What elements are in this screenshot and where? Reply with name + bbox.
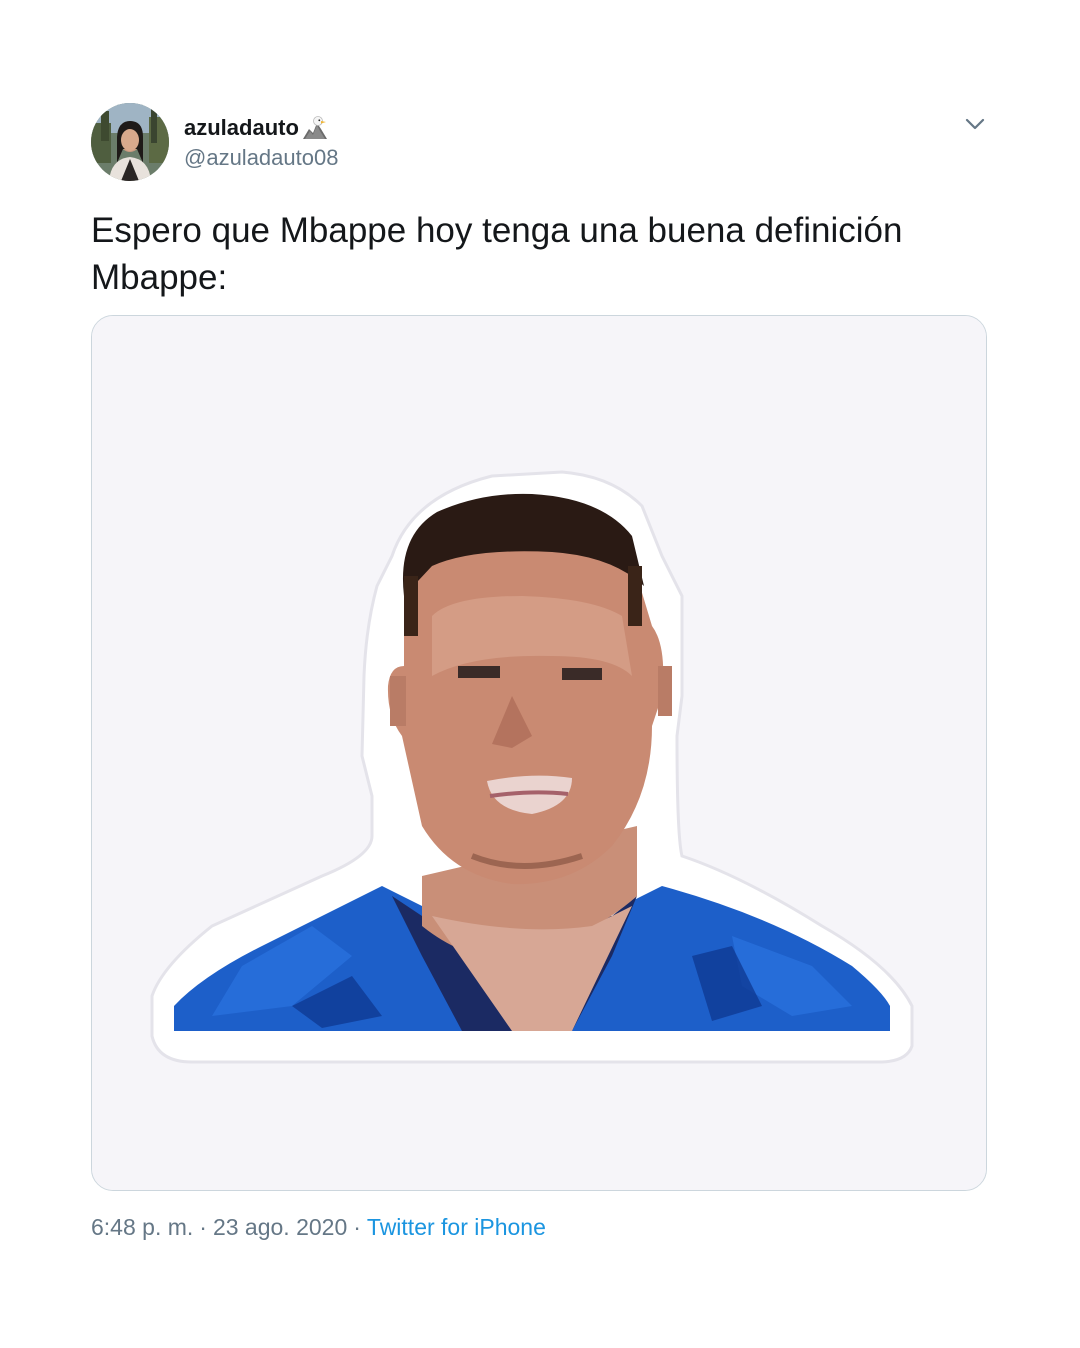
tweet-source-link[interactable]: Twitter for iPhone [367, 1214, 546, 1240]
eagle-emoji-icon [301, 115, 329, 141]
tweet-time[interactable]: 6:48 p. m. [91, 1214, 193, 1240]
display-name[interactable]: azuladauto [184, 115, 299, 141]
tweet-meta: 6:48 p. m. · 23 ago. 2020 · Twitter for iPho… [91, 1214, 546, 1241]
tweet-text-line: Mbappe: [91, 258, 228, 297]
tweet-media-image[interactable] [91, 315, 987, 1191]
tweet-text: Espero que Mbappe hoy tenga una buena de… [91, 207, 991, 301]
chevron-down-icon[interactable] [962, 113, 988, 135]
avatar[interactable] [91, 103, 169, 181]
display-name-row: azuladauto [184, 113, 329, 143]
user-handle[interactable]: @azuladauto08 [184, 145, 338, 171]
meta-separator: · [353, 1214, 361, 1240]
meta-separator: · [199, 1214, 207, 1240]
tweet-card: azuladauto @azuladauto08 Espero que Mbap… [0, 0, 1080, 1348]
tweet-date[interactable]: 23 ago. 2020 [213, 1214, 347, 1240]
tweet-text-line: Espero que Mbappe hoy tenga una buena de… [91, 211, 903, 250]
